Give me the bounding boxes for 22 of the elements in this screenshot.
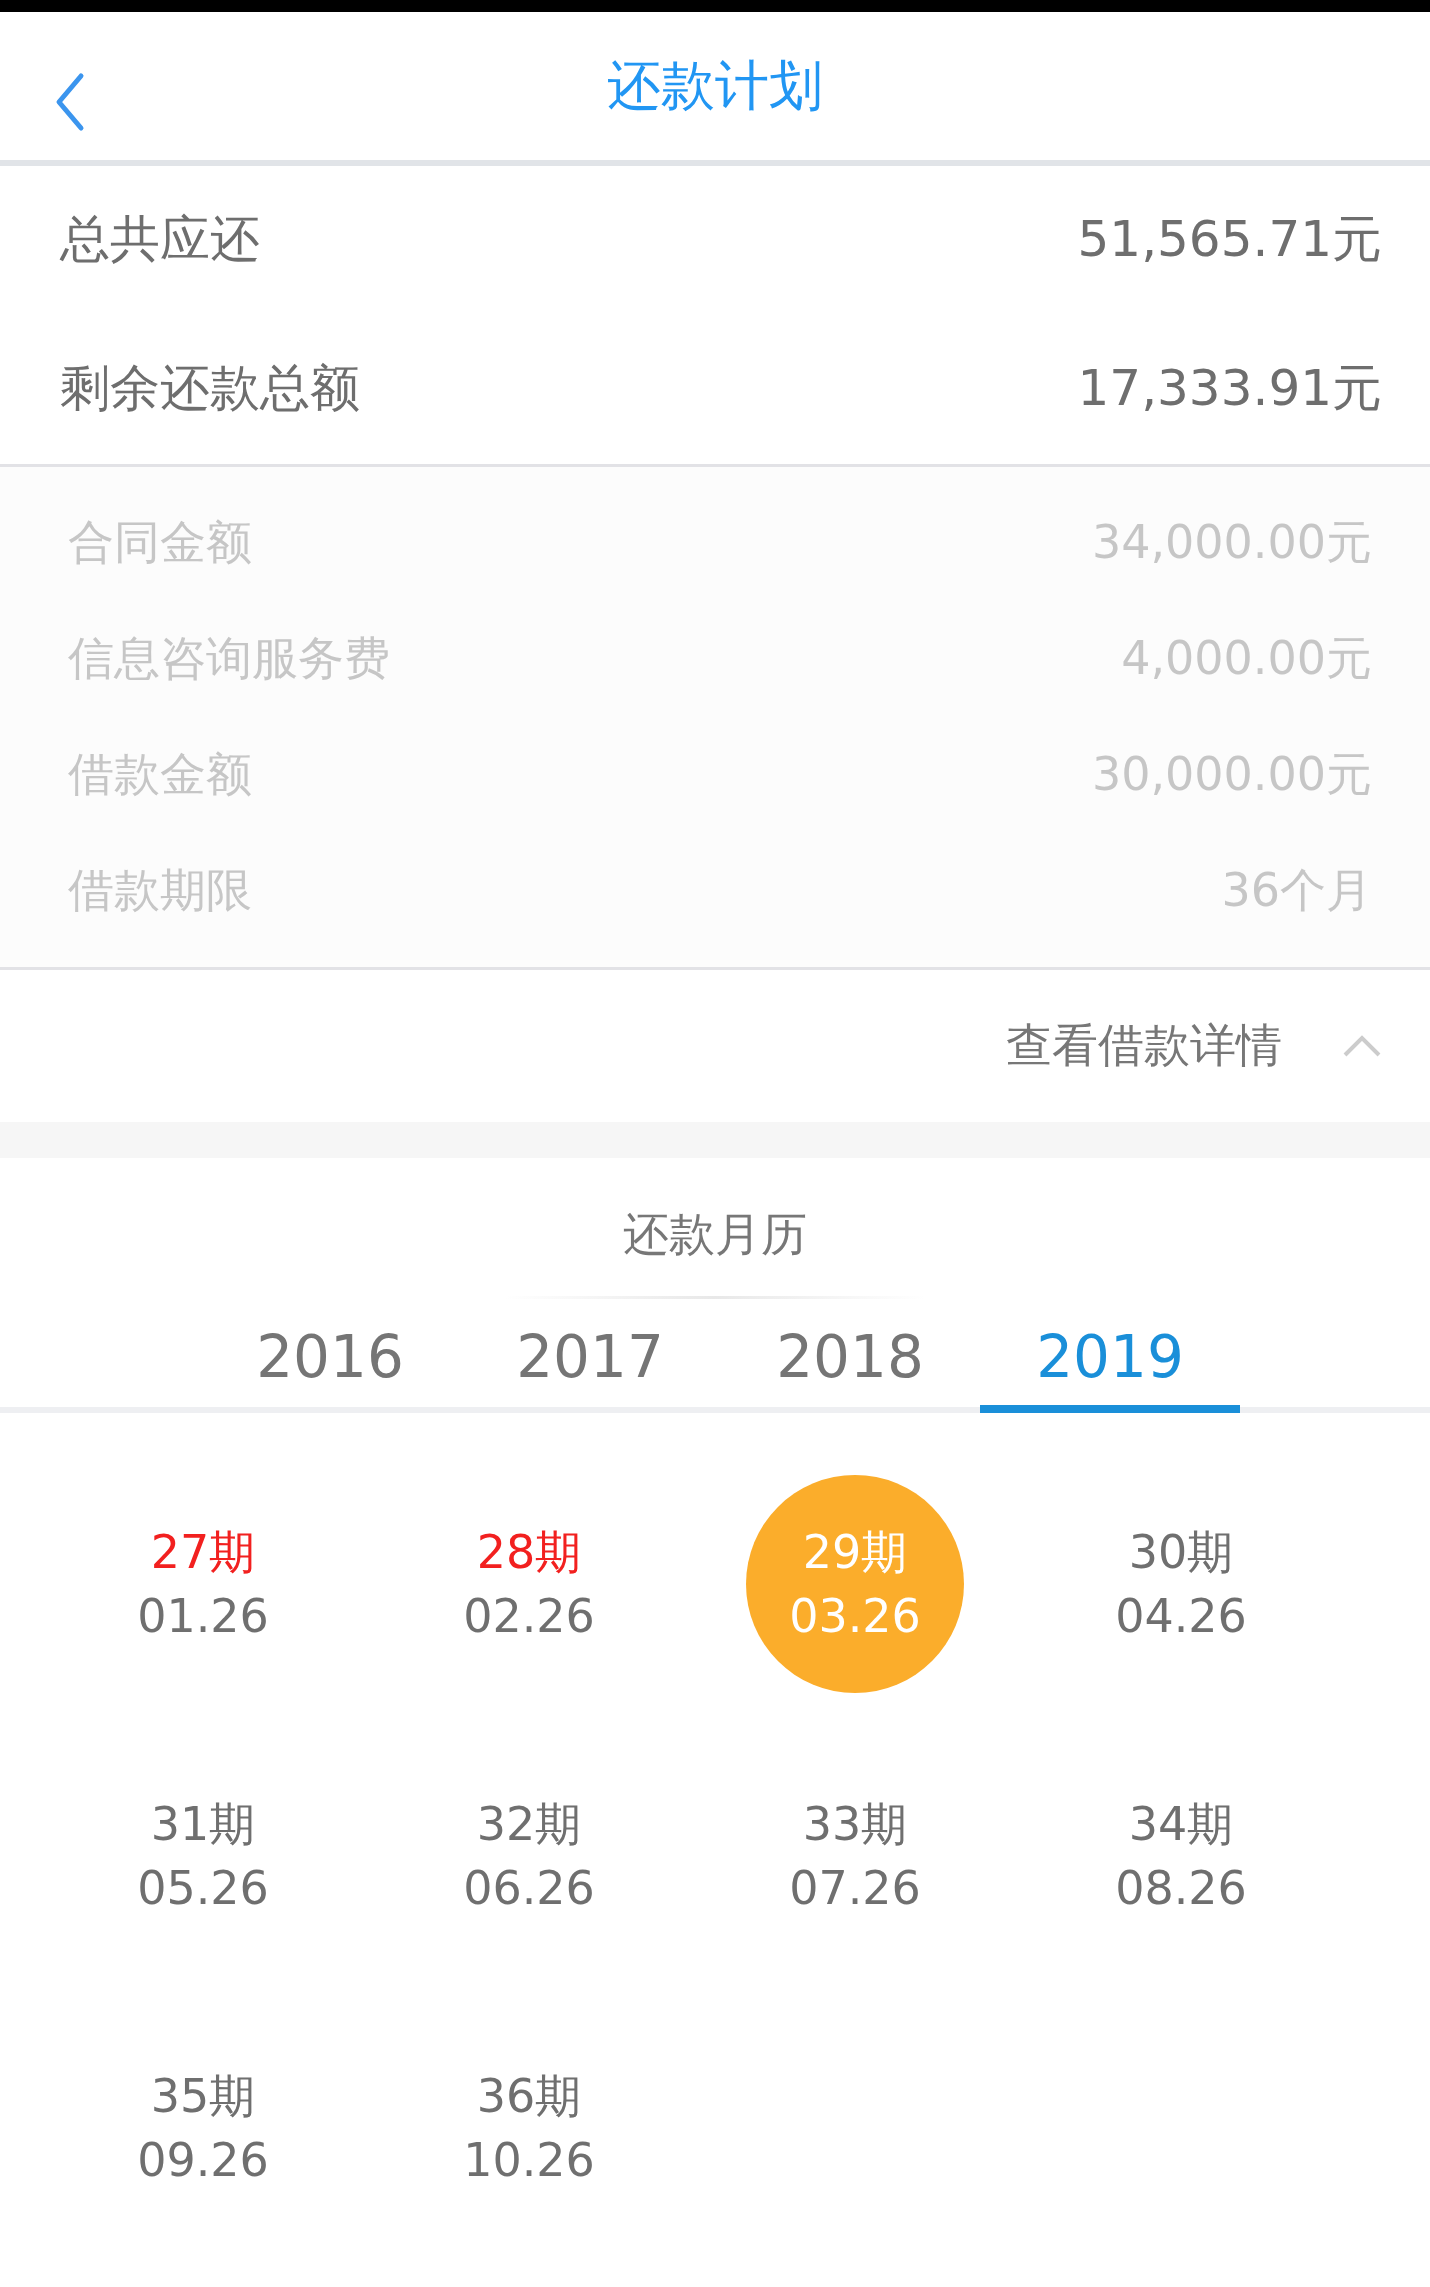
period-day[interactable]: 27期 01.26 <box>94 1475 312 1693</box>
year-tab[interactable]: 2016 <box>200 1303 460 1413</box>
summary-label: 总共应还 <box>60 208 260 270</box>
summary-amount: 51,565.71元 <box>1077 208 1382 270</box>
summary-amount: 17,333.91元 <box>1077 357 1382 419</box>
period-day[interactable]: 34期 08.26 <box>1072 1747 1290 1965</box>
summary-label: 剩余还款总额 <box>60 357 360 419</box>
loan-details-link[interactable]: 查看借款详情 <box>1006 1015 1282 1077</box>
period-day[interactable]: 28期 02.26 <box>420 1475 638 1693</box>
calendar-title: 还款月历 <box>622 1206 808 1263</box>
chevron-icon[interactable] <box>1342 1034 1382 1058</box>
period-day[interactable]: 35期 09.26 <box>94 2019 312 2237</box>
year-tab[interactable]: 2018 <box>720 1303 980 1413</box>
period-day[interactable]: 31期 05.26 <box>94 1747 312 1965</box>
period-day[interactable]: 30期 04.26 <box>1072 1475 1290 1693</box>
period-day[interactable]: 36期 10.26 <box>420 2019 638 2237</box>
year-tab[interactable]: 2019 <box>980 1303 1240 1413</box>
period-day[interactable]: 32期 06.26 <box>420 1747 638 1965</box>
year-tab[interactable]: 2017 <box>460 1303 720 1413</box>
page-title: 还款计划 <box>607 52 823 119</box>
period-day[interactable]: 33期 07.26 <box>746 1747 964 1965</box>
back-icon[interactable] <box>55 72 85 132</box>
